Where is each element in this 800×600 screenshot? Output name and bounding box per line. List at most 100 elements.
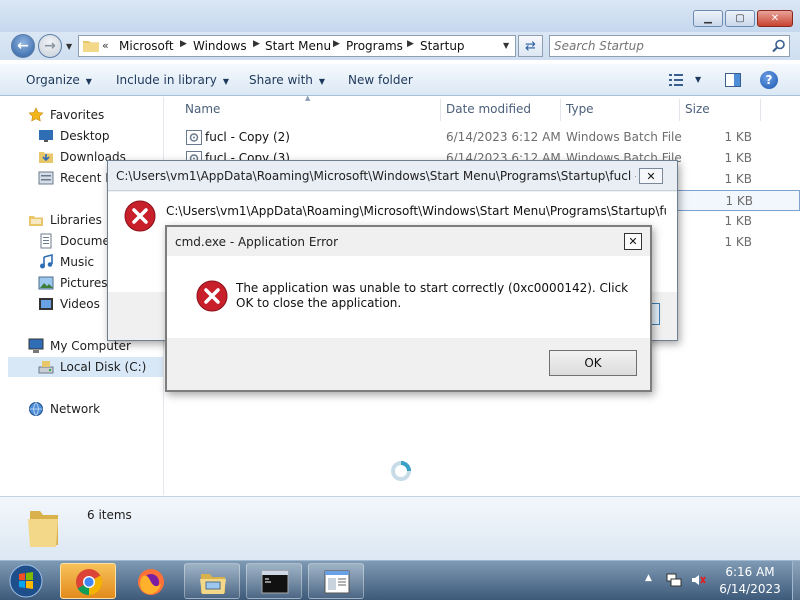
chevron-down-icon: ▼ [318,77,326,86]
taskbar-firefox-button[interactable] [122,563,178,599]
chevron-down-icon: ▼ [85,77,92,86]
file-name: fucl - Copy (2) [205,130,290,144]
title-bar[interactable]: ▁ ▢ ✕ [0,0,800,32]
column-header-size[interactable]: Size [685,102,710,116]
item-count: 6 items [87,508,132,522]
column-divider[interactable] [679,99,680,121]
ok-button[interactable]: OK [549,350,637,376]
taskbar-window-button[interactable] [308,563,364,599]
breadcrumb-programs[interactable]: Programs [346,39,403,53]
column-header-date-modified[interactable]: Date modified [446,102,531,116]
drive-icon [38,361,54,374]
dialog-title-bar[interactable]: cmd.exe - Application Error ✕ [167,227,650,256]
dialog-close-button[interactable]: ✕ [624,233,642,250]
column-header-type[interactable]: Type [566,102,594,116]
nav-my-computer-label: My Computer [50,339,131,353]
include-in-library-menu[interactable]: Include in library ▼ [116,73,229,87]
close-button[interactable]: ✕ [757,10,793,27]
breadcrumb-separator-icon[interactable]: ▶ [253,39,260,49]
column-divider[interactable] [560,99,561,121]
breadcrumb-separator-icon[interactable]: ▶ [333,39,340,49]
taskbar-explorer-button[interactable] [184,563,240,599]
include-in-library-label: Include in library [116,73,217,87]
nav-desktop[interactable]: Desktop [38,126,110,146]
documents-icon [40,233,52,249]
nav-libraries-label: Libraries [50,213,102,227]
dialog-title: C:\Users\vm1\AppData\Roaming\Microsoft\W… [116,169,636,183]
minimize-button[interactable]: ▁ [693,10,723,27]
address-bar[interactable]: « Microsoft ▶ Windows ▶ Start Menu ▶ Pro… [78,35,516,57]
volume-muted-icon[interactable] [690,572,706,588]
start-button[interactable] [6,563,46,599]
refresh-button[interactable]: ⇄ [518,35,543,57]
breadcrumb-microsoft[interactable]: Microsoft [119,39,174,53]
nav-music-label: Music [60,255,95,269]
command-bar: Organize ▼ Include in library ▼ Share with… [0,64,800,96]
folder-icon [28,511,58,547]
nav-music[interactable]: Music [38,252,94,272]
dialog-title: cmd.exe - Application Error [175,235,339,249]
breadcrumb-start-menu[interactable]: Start Menu [265,39,331,53]
nav-videos-label: Videos [60,297,100,311]
help-icon[interactable]: ? [760,71,778,89]
details-view-icon [669,74,683,86]
back-button[interactable]: ← [11,34,35,58]
nav-videos[interactable]: Videos [38,294,100,314]
breadcrumb-startup[interactable]: Startup [420,39,465,53]
breadcrumb-separator-icon[interactable]: ▶ [407,39,414,49]
column-divider[interactable] [760,99,761,121]
maximize-button[interactable]: ▢ [725,10,755,27]
search-input[interactable] [554,38,764,54]
clock-date[interactable]: 6/14/2023 [712,582,788,596]
nav-favorites[interactable]: Favorites [28,105,104,125]
dialog-title-bar[interactable]: C:\Users\vm1\AppData\Roaming\Microsoft\W… [108,161,677,191]
nav-pictures[interactable]: Pictures [38,273,108,293]
show-desktop-button[interactable] [792,561,800,600]
computer-icon [28,338,44,353]
column-divider[interactable] [440,99,441,121]
folder-icon [83,41,99,52]
file-type: Windows Batch File [566,130,682,144]
new-folder-button[interactable]: New folder [348,73,413,87]
address-dropdown-icon[interactable]: ▼ [503,41,509,50]
music-icon [40,254,53,269]
taskbar-cmd-button[interactable] [246,563,302,599]
loading-spinner-icon [391,461,411,481]
column-header-name[interactable]: Name [185,102,220,116]
file-size: 1 KB [724,172,752,186]
cmd-icon [261,570,289,594]
show-hidden-icons-icon[interactable]: ▲ [645,573,652,583]
dialog-message: C:\Users\vm1\AppData\Roaming\Microsoft\W… [166,204,666,218]
organize-menu[interactable]: Organize ▼ [26,73,92,87]
breadcrumb-windows[interactable]: Windows [193,39,247,53]
file-size: 1 KB [725,194,753,208]
recent-pages-dropdown[interactable]: ▼ [66,42,72,51]
maximize-icon: ▢ [735,13,745,24]
address-overflow-icon[interactable]: « [102,39,109,52]
desktop-icon [39,130,53,142]
nav-favorites-label: Favorites [50,108,105,122]
minimize-icon: ▁ [704,13,712,24]
network-tray-icon[interactable] [666,572,682,588]
share-with-menu[interactable]: Share with ▼ [249,73,325,87]
nav-local-disk[interactable]: Local Disk (C:) [8,357,163,377]
nav-libraries[interactable]: Libraries [28,210,102,230]
nav-network[interactable]: Network [28,399,100,419]
preview-pane-icon[interactable] [725,73,741,87]
breadcrumb-separator-icon[interactable]: ▶ [180,39,187,49]
file-row[interactable]: fucl - Copy (2) 6/14/2023 6:12 AM Window… [165,127,800,148]
forward-button[interactable]: → [38,34,62,58]
dialog-close-button[interactable]: ✕ [639,168,663,184]
search-box[interactable] [549,35,790,57]
clock-time[interactable]: 6:16 AM [712,565,788,579]
application-error-dialog: cmd.exe - Application Error ✕ The applic… [165,225,652,392]
nav-pictures-label: Pictures [60,276,108,290]
taskbar-chrome-button[interactable] [60,563,116,599]
pictures-icon [38,276,54,290]
chevron-down-icon: ▼ [695,75,702,84]
recent-places-icon [38,171,54,185]
change-view-button[interactable]: ▼ [669,73,707,89]
network-icon [29,402,43,416]
search-icon[interactable] [772,39,786,53]
organize-label: Organize [26,73,80,87]
